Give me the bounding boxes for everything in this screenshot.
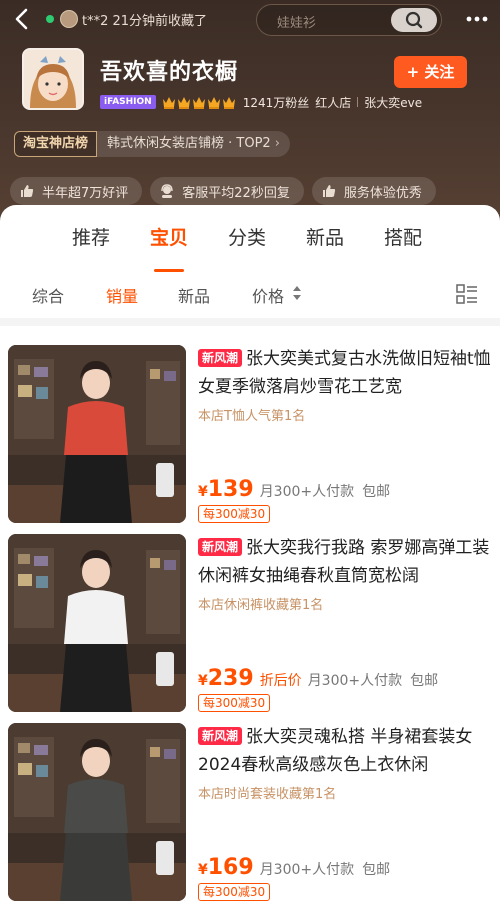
sort-overall[interactable]: 综合 xyxy=(32,283,64,307)
customer-service-icon xyxy=(161,184,173,198)
search-button[interactable] xyxy=(391,8,437,32)
sort-sales[interactable]: 销量 xyxy=(106,283,138,307)
service-label: 客服平均22秒回复 xyxy=(182,185,290,201)
product-title[interactable]: 新风潮 张大奕灵魂私搭 半身裙套装女2024春秋高级感灰色上衣休闲 xyxy=(198,723,492,779)
shipping-label: 包邮 xyxy=(410,673,439,689)
service-pill-experience[interactable]: 服务体验优秀 xyxy=(311,177,436,205)
shop-owner: 张大奕eve xyxy=(364,95,423,110)
sort-price[interactable]: 价格 xyxy=(252,283,284,307)
shop-avatar[interactable] xyxy=(22,48,84,110)
service-highlights: 半年超7万好评 客服平均22秒回复 服务体验优秀 xyxy=(10,177,444,205)
viewer-avatar xyxy=(60,10,78,28)
sort-arrows-icon xyxy=(293,286,301,300)
grid-layout-icon[interactable] xyxy=(456,283,478,305)
price-row: ¥ 139 月300+人付款 包邮 xyxy=(198,477,390,502)
product-card[interactable]: 新风潮 张大奕灵魂私搭 半身裙套装女2024春秋高级感灰色上衣休闲 本店时尚套装收… xyxy=(0,723,500,903)
shop-meta-row: iFASHION 1241万粉丝 红人店 张大奕eve xyxy=(100,93,422,111)
product-info: 新风潮 张大奕灵魂私搭 半身裙套装女2024春秋高级感灰色上衣休闲 本店时尚套装收… xyxy=(198,723,492,901)
currency-symbol: ¥ xyxy=(198,673,208,689)
shop-header: t**2 21分钟前收藏了 娃娃衫 吾欢喜的衣橱 + 关注 iFASHION 1… xyxy=(0,0,500,240)
price-row: ¥ 239 折后价 月300+人付款 包邮 xyxy=(198,666,438,691)
chevron-right-icon: › xyxy=(274,136,280,151)
product-price: 169 xyxy=(207,855,254,880)
more-icon[interactable] xyxy=(462,8,492,30)
product-photo xyxy=(8,723,186,901)
service-pill-support[interactable]: 客服平均22秒回复 xyxy=(150,177,304,205)
product-title[interactable]: 新风潮 张大奕我行我路 索罗娜高弹工装休闲裤女抽绳春秋直筒宽松阔 xyxy=(198,534,492,590)
product-title[interactable]: 新风潮 张大奕美式复古水洗做旧短袖t恤女夏季微落肩炒雪花工艺宽 xyxy=(198,345,492,401)
tab-outfits[interactable]: 搭配 xyxy=(384,223,422,250)
thumbs-up-icon xyxy=(21,185,34,197)
product-image[interactable] xyxy=(8,534,186,712)
product-price: 139 xyxy=(207,477,254,502)
search-input[interactable]: 娃娃衫 xyxy=(256,4,442,36)
product-image[interactable] xyxy=(8,345,186,523)
active-tab-indicator xyxy=(154,269,184,272)
currency-symbol: ¥ xyxy=(198,484,208,500)
follow-button[interactable]: + 关注 xyxy=(394,56,467,88)
crown-icon xyxy=(177,96,190,109)
product-price: 239 xyxy=(207,666,254,691)
shipping-label: 包邮 xyxy=(362,862,391,878)
sales-count: 月300+人付款 xyxy=(259,862,355,878)
sort-new[interactable]: 新品 xyxy=(178,283,210,307)
product-image[interactable] xyxy=(8,723,186,901)
thumbs-up-icon xyxy=(322,185,335,197)
tab-recommend[interactable]: 推荐 xyxy=(72,223,110,250)
meta-divider xyxy=(357,97,359,107)
recent-favorite-notice: t**2 21分钟前收藏了 xyxy=(82,14,208,29)
crown-icon xyxy=(162,96,175,109)
service-label: 半年超7万好评 xyxy=(42,185,129,201)
back-arrow-icon[interactable] xyxy=(10,6,36,32)
product-card[interactable]: 新风潮 张大奕我行我路 索罗娜高弹工装休闲裤女抽绳春秋直筒宽松阔 本店休闲裤收藏第… xyxy=(0,534,500,714)
ifashion-badge: iFASHION xyxy=(100,95,156,109)
sales-count: 月300+人付款 xyxy=(259,484,355,500)
shop-type: 红人店 xyxy=(315,95,352,110)
rank-text-label: 韩式休闲女装店铺榜 · TOP2 xyxy=(107,136,271,151)
search-placeholder: 娃娃衫 xyxy=(277,16,317,31)
product-rank-note: 本店时尚套装收藏第1名 xyxy=(198,787,337,802)
crown-rating xyxy=(162,96,237,109)
shipping-label: 包邮 xyxy=(362,484,391,500)
currency-symbol: ¥ xyxy=(198,862,208,878)
crown-icon xyxy=(192,96,205,109)
after-discount-label: 折后价 xyxy=(259,673,302,689)
coupon-badge: 每300减30 xyxy=(198,694,271,712)
new-trend-tag: 新风潮 xyxy=(198,349,243,367)
price-row: ¥ 169 月300+人付款 包邮 xyxy=(198,855,390,880)
shop-name: 吾欢喜的衣橱 xyxy=(100,60,239,85)
product-rank-note: 本店T恤人气第1名 xyxy=(198,409,306,424)
shop-tabs: 推荐 宝贝 分类 新品 搭配 xyxy=(0,223,500,272)
tab-products[interactable]: 宝贝 xyxy=(150,223,188,250)
coupon-badge: 每300减30 xyxy=(198,505,271,523)
new-trend-tag: 新风潮 xyxy=(198,538,243,556)
crown-icon xyxy=(222,96,235,109)
product-rank-note: 本店休闲裤收藏第1名 xyxy=(198,598,324,613)
rank-badge: 淘宝神店榜 xyxy=(14,131,98,157)
tab-categories[interactable]: 分类 xyxy=(228,223,266,250)
crown-icon xyxy=(207,96,220,109)
product-info: 新风潮 张大奕美式复古水洗做旧短袖t恤女夏季微落肩炒雪花工艺宽 本店T恤人气第1名… xyxy=(198,345,492,523)
new-trend-tag: 新风潮 xyxy=(198,727,243,745)
sales-count: 月300+人付款 xyxy=(307,673,403,689)
top-bar: t**2 21分钟前收藏了 娃娃衫 xyxy=(0,0,500,40)
product-card[interactable]: 新风潮 张大奕美式复古水洗做旧短袖t恤女夏季微落肩炒雪花工艺宽 本店T恤人气第1名… xyxy=(0,345,500,525)
service-label: 服务体验优秀 xyxy=(343,185,422,201)
rank-text: 韩式休闲女装店铺榜 · TOP2 › xyxy=(97,131,290,157)
product-photo xyxy=(8,534,186,712)
tab-new[interactable]: 新品 xyxy=(306,223,344,250)
avatar-illustration xyxy=(24,50,82,108)
service-pill-reviews[interactable]: 半年超7万好评 xyxy=(10,177,143,205)
section-divider xyxy=(0,318,500,326)
coupon-badge: 每300减30 xyxy=(198,883,271,901)
search-icon xyxy=(405,11,423,29)
sort-bar: 综合 销量 新品 价格 xyxy=(0,283,500,313)
shop-rank-banner[interactable]: 淘宝神店榜 韩式休闲女装店铺榜 · TOP2 › xyxy=(14,130,290,158)
fans-count: 1241万粉丝 xyxy=(242,95,310,110)
product-info: 新风潮 张大奕我行我路 索罗娜高弹工装休闲裤女抽绳春秋直筒宽松阔 本店休闲裤收藏第… xyxy=(198,534,492,712)
product-photo xyxy=(8,345,186,523)
online-dot xyxy=(46,15,54,23)
